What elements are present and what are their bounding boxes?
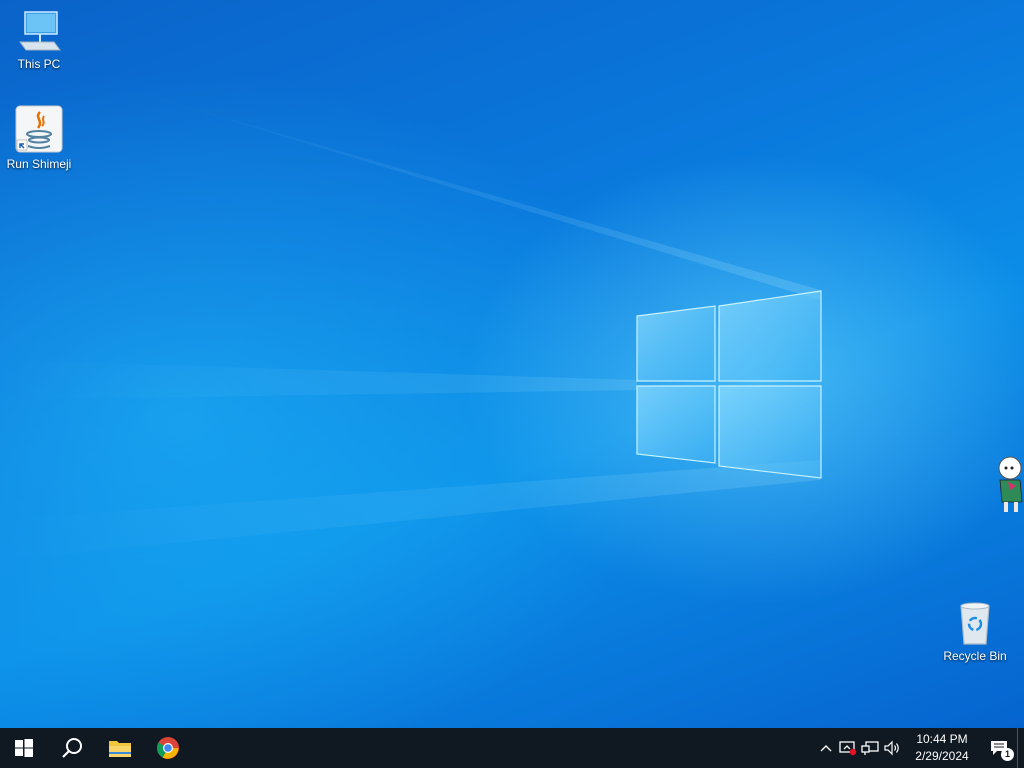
- search-icon: [62, 738, 82, 758]
- chrome-icon: [157, 737, 179, 759]
- desktop-icon-label: Recycle Bin: [943, 649, 1007, 663]
- desktop-background: This PC Run Shimeji Recycle Bin: [0, 0, 1024, 728]
- taskbar-clock[interactable]: 10:44 PM 2/29/2024: [907, 731, 977, 765]
- desktop-icon-label: This PC: [17, 57, 61, 71]
- desktop-icon-this-pc[interactable]: This PC: [1, 8, 77, 71]
- recycle-bin-icon: [960, 602, 990, 645]
- system-tray: 10:44 PM 2/29/2024 1: [815, 728, 1024, 768]
- taskbar: 10:44 PM 2/29/2024 1: [0, 728, 1024, 768]
- wallpaper-windows-logo: [0, 70, 822, 560]
- network-icon: [861, 741, 879, 755]
- computer-icon: [19, 11, 61, 51]
- desktop-icon-run-shimeji[interactable]: Run Shimeji: [1, 104, 77, 171]
- desktop-icon-label: Run Shimeji: [6, 157, 72, 171]
- notification-count-badge: 1: [1001, 748, 1014, 761]
- windows-logo-icon: [15, 739, 33, 757]
- volume-icon: [884, 740, 899, 756]
- folder-icon: [109, 741, 131, 757]
- file-explorer-button[interactable]: [96, 728, 144, 768]
- chrome-button[interactable]: [144, 728, 192, 768]
- show-desktop-button[interactable]: [1017, 728, 1024, 768]
- security-alert-icon: [839, 741, 857, 756]
- chevron-up-icon: [820, 745, 832, 752]
- start-button[interactable]: [0, 728, 48, 768]
- shimeji-mascot[interactable]: [994, 454, 1024, 516]
- network-tray-button[interactable]: [859, 728, 881, 768]
- volume-tray-button[interactable]: [881, 728, 903, 768]
- search-button[interactable]: [48, 728, 96, 768]
- java-icon: [15, 105, 63, 153]
- show-hidden-icons-button[interactable]: [815, 728, 837, 768]
- action-center-button[interactable]: 1: [981, 728, 1017, 768]
- clock-time: 10:44 PM: [916, 732, 968, 746]
- security-tray-button[interactable]: [837, 728, 859, 768]
- desktop-icon-recycle-bin[interactable]: Recycle Bin: [937, 600, 1013, 663]
- clock-date: 2/29/2024: [915, 749, 969, 763]
